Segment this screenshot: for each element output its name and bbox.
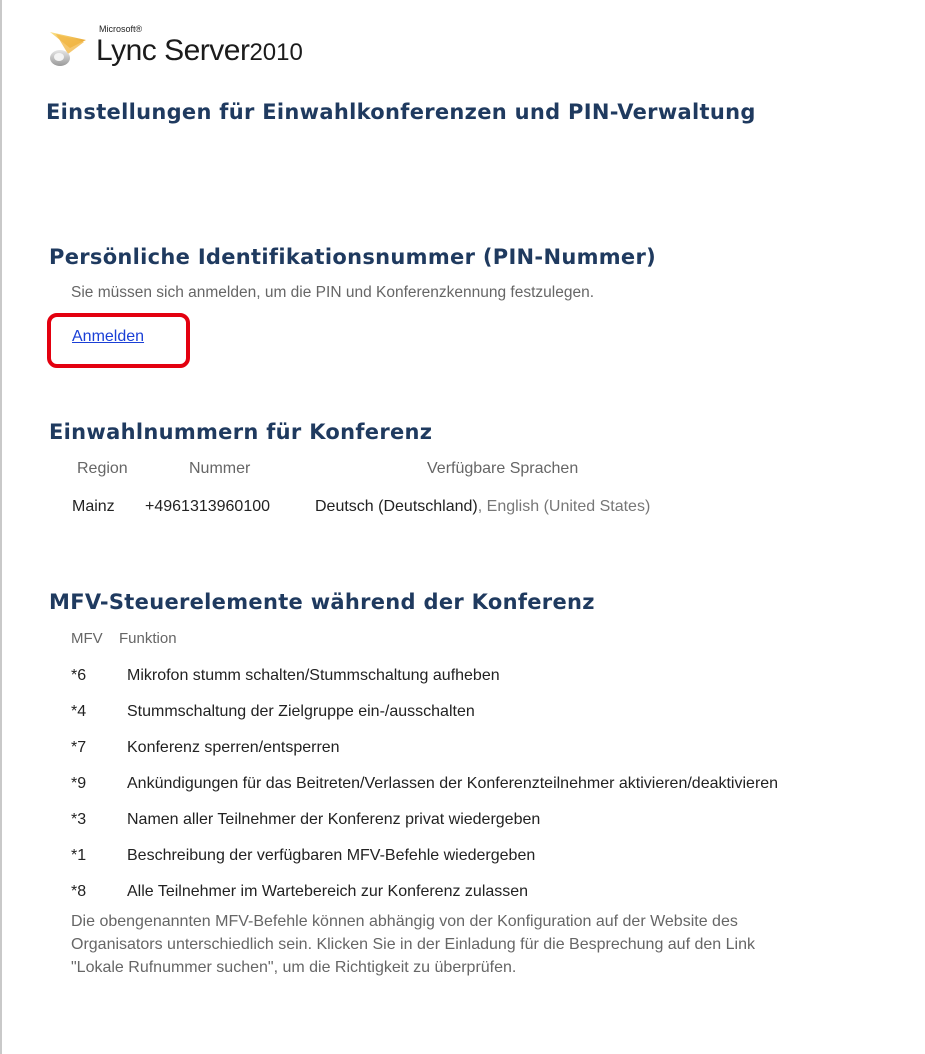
dialin-other-languages: , English (United States) xyxy=(477,498,651,515)
dtmf-code: *9 xyxy=(71,775,87,792)
page-title: Einstellungen für Einwahlkonferenzen und… xyxy=(46,100,756,124)
dtmf-row: *9 Ankündigungen für das Beitreten/Verlas… xyxy=(71,775,778,793)
product-year: 2010 xyxy=(249,39,303,66)
dtmf-code: *3 xyxy=(71,811,87,828)
dtmf-header-code: MFV xyxy=(71,630,103,647)
product-name: Lync Server2010 xyxy=(96,34,303,68)
page-frame: Microsoft® Lync Server2010 Einstellungen… xyxy=(0,0,925,1054)
dtmf-header-function: Funktion xyxy=(119,630,177,647)
dialin-region-cell: Mainz xyxy=(72,498,115,515)
dtmf-function: Stummschaltung der Zielgruppe ein-/aussc… xyxy=(127,703,475,720)
microsoft-label: Microsoft® xyxy=(99,24,143,34)
dialin-header-languages: Verfügbare Sprachen xyxy=(427,460,579,477)
dtmf-row: *3 Namen aller Teilnehmer der Konferenz p… xyxy=(71,811,540,829)
dialin-number-cell: +4961313960100 xyxy=(145,498,271,515)
dtmf-function: Mikrofon stumm schalten/Stummschaltung a… xyxy=(127,667,500,684)
product-brand: Lync Server xyxy=(96,34,250,67)
pin-section-title: Persönliche Identifikationsnummer (PIN-N… xyxy=(49,245,657,269)
dtmf-row: *6 Mikrofon stumm schalten/Stummschaltung… xyxy=(71,667,500,685)
dtmf-code: *4 xyxy=(71,703,87,720)
login-link[interactable]: Anmelden xyxy=(72,328,144,346)
dtmf-note: Die obengenannten MFV-Befehle können abh… xyxy=(71,913,755,976)
dialin-primary-language: Deutsch (Deutschland) xyxy=(315,498,478,515)
dtmf-section-title: MFV-Steuerelemente während der Konferenz xyxy=(49,590,595,614)
dtmf-row: *4 Stummschaltung der Zielgruppe ein-/aus… xyxy=(71,703,475,721)
pin-description: Sie müssen sich anmelden, um die PIN und… xyxy=(71,284,595,301)
lync-logo: Microsoft® Lync Server2010 xyxy=(46,22,326,74)
dtmf-row: *8 Alle Teilnehmer im Wartebereich zur Ko… xyxy=(71,883,528,901)
dialin-header-number: Nummer xyxy=(189,460,251,477)
dtmf-code: *1 xyxy=(71,847,87,864)
dialin-section-title: Einwahlnummern für Konferenz xyxy=(49,420,433,444)
dtmf-function: Konferenz sperren/entsperren xyxy=(127,739,340,756)
dtmf-code: *7 xyxy=(71,739,87,756)
dtmf-function: Beschreibung der verfügbaren MFV-Befehle… xyxy=(127,847,536,864)
dialin-header-region: Region xyxy=(77,460,128,477)
dtmf-code: *6 xyxy=(71,667,87,684)
dtmf-row: *7 Konferenz sperren/entsperren xyxy=(71,739,340,757)
dtmf-function: Namen aller Teilnehmer der Konferenz pri… xyxy=(127,811,541,828)
dtmf-code: *8 xyxy=(71,883,87,900)
dtmf-function: Ankündigungen für das Beitreten/Verlasse… xyxy=(127,775,779,792)
dtmf-row: *1 Beschreibung der verfügbaren MFV-Befeh… xyxy=(71,847,535,865)
dtmf-function: Alle Teilnehmer im Wartebereich zur Konf… xyxy=(127,883,529,900)
lync-logo-icon xyxy=(50,32,86,66)
dialin-languages-cell: Deutsch (Deutschland), English (United S… xyxy=(315,498,650,516)
